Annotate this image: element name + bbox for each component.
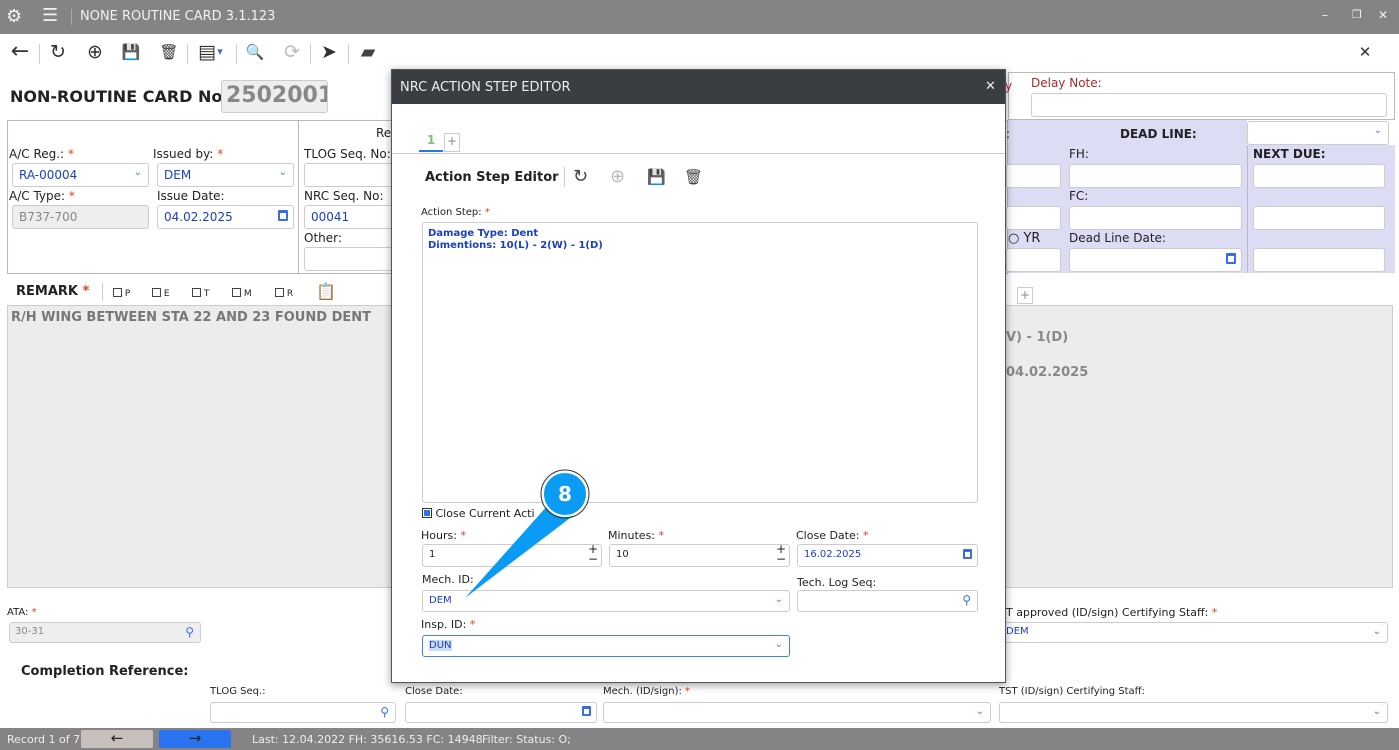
callout-annotation: 8 xyxy=(465,469,590,598)
callout-number: 8 xyxy=(558,482,572,506)
callout-pointer xyxy=(465,505,578,598)
